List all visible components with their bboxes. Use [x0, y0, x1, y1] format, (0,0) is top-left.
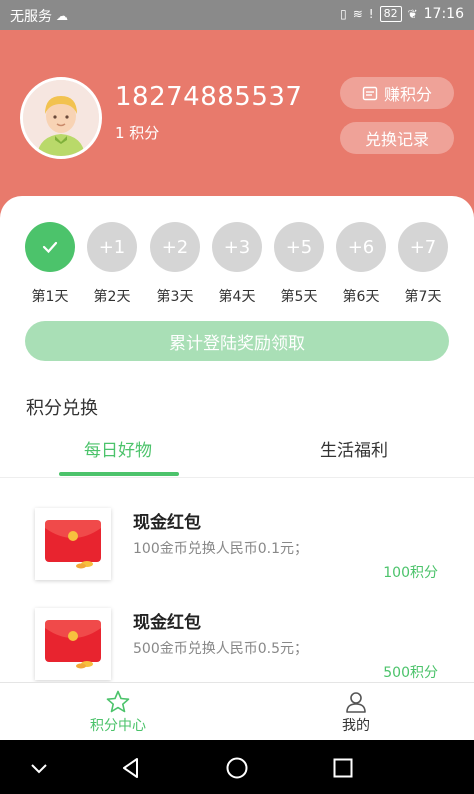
item-desc: 500金币兑换人民币0.5元；	[133, 641, 308, 657]
earn-points-label: 赚积分	[383, 85, 432, 104]
tab-mine[interactable]: 我的	[296, 687, 416, 735]
tab-points-center-label: 积分中心	[90, 718, 146, 734]
red-packet-image	[35, 508, 111, 580]
checkin-day-label: 第4天	[218, 289, 256, 305]
recents-icon[interactable]	[330, 755, 356, 781]
checkin-day[interactable]: +1 第2天	[86, 222, 138, 306]
bottom-tabbar: 积分中心 我的	[0, 682, 474, 740]
tab-life-welfare[interactable]: 生活福利	[320, 436, 388, 461]
checkin-badge: +7	[398, 222, 448, 272]
checkin-badge: +6	[336, 222, 386, 272]
battery-indicator: 82	[379, 6, 402, 22]
wifi-icon: ≋	[352, 7, 363, 21]
checkin-badge: +2	[150, 222, 200, 272]
item-desc: 100金币兑换人民币0.1元；	[133, 541, 308, 557]
checkin-done-badge	[25, 222, 75, 272]
earn-points-button[interactable]: 赚积分	[340, 77, 454, 109]
section-title: 积分兑换	[26, 398, 98, 419]
person-icon	[346, 692, 366, 713]
red-packet-image	[35, 608, 111, 680]
system-navbar	[0, 740, 474, 794]
leaf-icon: ❦	[407, 7, 418, 21]
star-icon	[106, 690, 130, 713]
checkmark-icon	[42, 241, 58, 254]
list-item[interactable]: 现金红包 500金币兑换人民币0.5元； 500积分	[0, 598, 474, 693]
item-cost: 500积分	[383, 665, 438, 681]
weather-icon: ☁	[56, 9, 68, 23]
checkin-day-label: 第7天	[404, 289, 442, 305]
tab-points-center[interactable]: 积分中心	[58, 687, 178, 735]
tab-daily-goods[interactable]: 每日好物	[84, 436, 152, 461]
checkin-badge: +1	[87, 222, 137, 272]
exchange-tabs: 每日好物 生活福利	[0, 430, 474, 478]
item-name: 现金红包	[133, 613, 201, 633]
red-packet-icon	[45, 520, 101, 569]
checkin-day[interactable]: 第1天	[24, 222, 76, 306]
red-packet-icon	[45, 620, 101, 669]
item-name: 现金红包	[133, 513, 201, 533]
checkin-badge: +5	[274, 222, 324, 272]
checkin-day[interactable]: +5 第5天	[273, 222, 325, 306]
checkin-day-label: 第5天	[280, 289, 318, 305]
checkin-day[interactable]: +6 第6天	[335, 222, 387, 306]
item-cost: 100积分	[383, 565, 438, 581]
exchange-record-button[interactable]: 兑换记录	[340, 122, 454, 154]
home-icon[interactable]	[224, 755, 250, 781]
checkin-day-label: 第2天	[93, 289, 131, 305]
checkin-day[interactable]: +2 第3天	[149, 222, 201, 306]
back-icon[interactable]	[118, 755, 144, 781]
alert-icon: !	[368, 7, 374, 21]
checkin-day[interactable]: +7 第7天	[397, 222, 449, 306]
user-points: 1 积分	[115, 124, 160, 142]
list-item[interactable]: 现金红包 100金币兑换人民币0.1元； 100积分	[0, 498, 474, 593]
claim-reward-button[interactable]: 累计登陆奖励领取	[25, 321, 449, 361]
status-bar: 无服务 ☁ ▯ ≋ ! 82 ❦ 17:16	[0, 0, 474, 30]
tab-mine-label: 我的	[342, 718, 370, 734]
clock: 17:16	[423, 6, 464, 22]
vibrate-icon: ▯	[340, 7, 347, 21]
exchange-record-label: 兑换记录	[364, 130, 429, 149]
active-tab-indicator	[59, 472, 179, 476]
avatar[interactable]	[20, 77, 102, 159]
checkin-days: 第1天 +1 第2天 +2 第3天 +3 第4天 +5 第5天 +6 第6天 +…	[0, 222, 474, 305]
checkin-day-label: 第3天	[156, 289, 194, 305]
checkin-day-label: 第6天	[342, 289, 380, 305]
carrier-text: 无服务	[10, 9, 52, 25]
avatar-icon	[23, 80, 99, 156]
user-phone: 18274885537	[115, 82, 303, 112]
content-card: 第1天 +1 第2天 +2 第3天 +3 第4天 +5 第5天 +6 第6天 +…	[0, 196, 474, 682]
chevron-down-icon[interactable]	[26, 755, 52, 781]
calendar-icon	[362, 86, 378, 101]
checkin-badge: +3	[212, 222, 262, 272]
checkin-day-label: 第1天	[31, 289, 69, 305]
checkin-day[interactable]: +3 第4天	[211, 222, 263, 306]
